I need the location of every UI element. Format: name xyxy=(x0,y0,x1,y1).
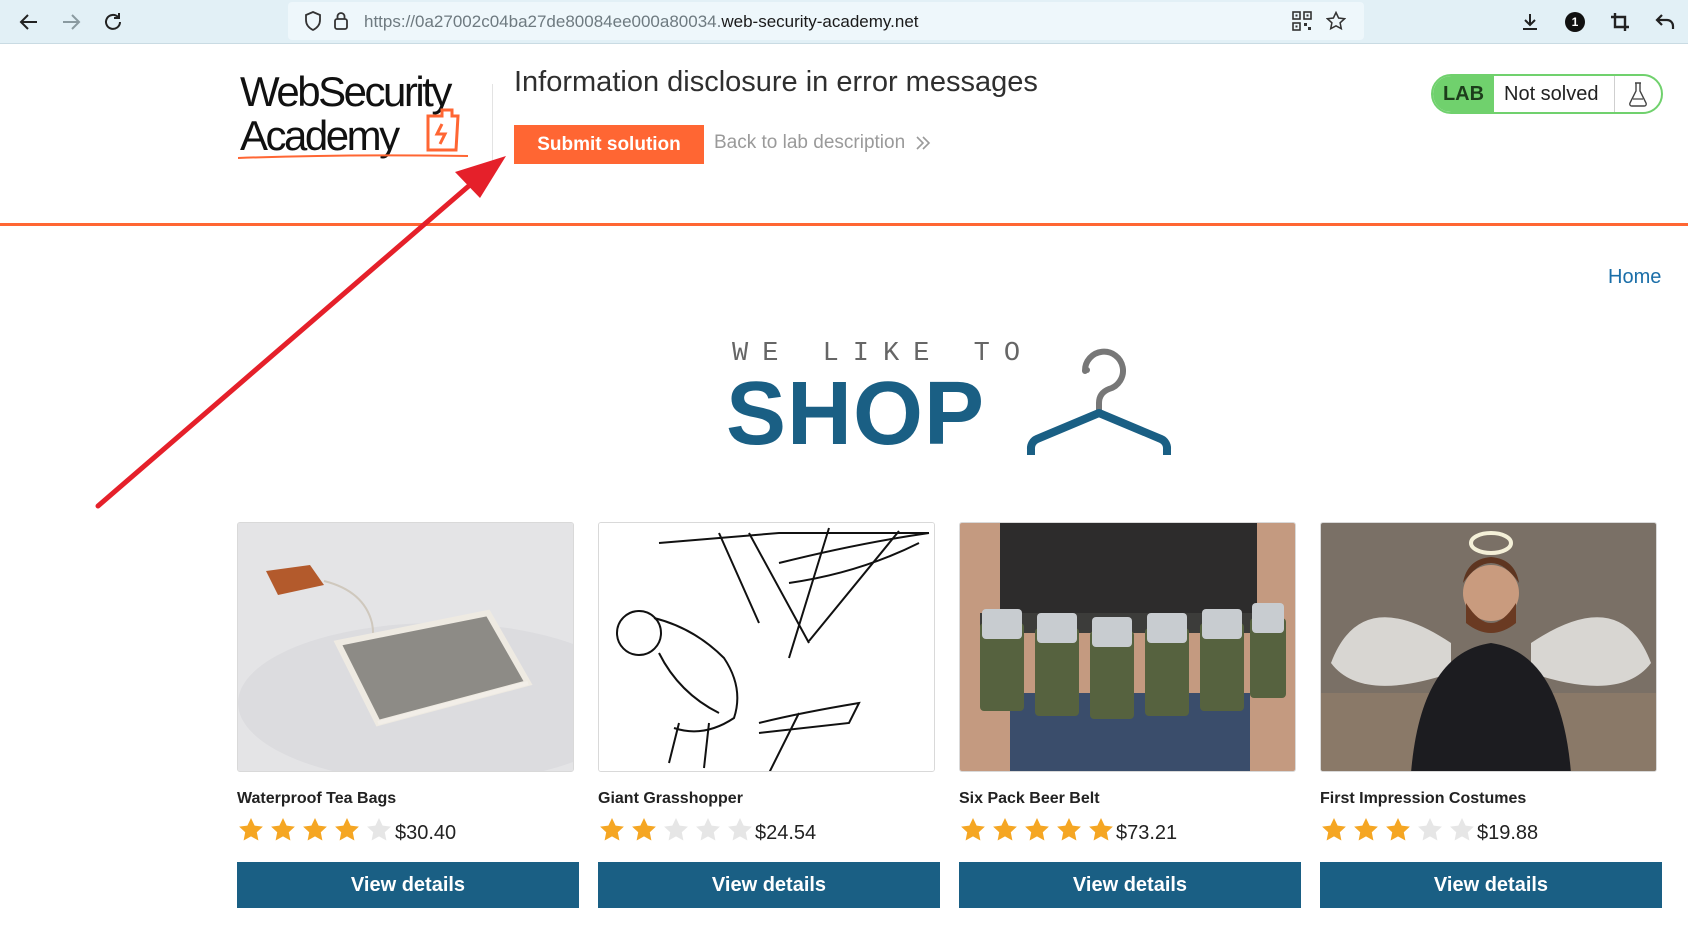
tea-bag-image xyxy=(237,522,574,772)
web-security-academy-logo[interactable]: WebSecurity Academy xyxy=(237,68,488,166)
angel-costume-image xyxy=(1320,522,1657,772)
star-empty-icon xyxy=(728,818,752,841)
product-price: $30.40 xyxy=(395,822,457,844)
star-filled-icon xyxy=(303,818,327,841)
flask-icon xyxy=(1614,76,1661,112)
back-link-label: Back to lab description xyxy=(714,132,906,153)
star-empty-icon xyxy=(696,818,720,841)
submit-solution-button[interactable]: Submit solution xyxy=(514,125,704,164)
star-filled-icon xyxy=(1089,818,1113,841)
logo-text-line1: WebSecurity xyxy=(240,70,452,115)
lab-status-text: Not solved xyxy=(1504,82,1599,105)
star-rating xyxy=(959,816,1115,844)
star-filled-icon xyxy=(335,818,359,841)
grasshopper-sketch-image xyxy=(598,522,935,772)
view-details-button[interactable]: View details xyxy=(1320,862,1662,908)
url-prefix: https://0a27002c04ba27de80084ee000a80034… xyxy=(364,12,722,31)
star-filled-icon xyxy=(1025,818,1049,841)
beer-belt-image xyxy=(959,522,1296,772)
qr-code-icon[interactable] xyxy=(1291,10,1313,32)
logo-divider xyxy=(492,84,493,168)
view-details-button[interactable]: View details xyxy=(959,862,1301,908)
address-bar[interactable]: https://0a27002c04ba27de80084ee000a80034… xyxy=(288,2,1364,40)
product-name: Waterproof Tea Bags xyxy=(237,790,397,807)
back-arrow-icon[interactable] xyxy=(15,8,43,36)
url-text: https://0a27002c04ba27de80084ee000a80034… xyxy=(364,12,919,32)
lab-title: Information disclosure in error messages xyxy=(514,66,1038,98)
back-to-lab-description-link[interactable]: Back to lab description xyxy=(714,132,931,154)
url-domain: web-security-academy.net xyxy=(721,12,919,31)
product-price: $24.54 xyxy=(755,822,817,844)
star-rating xyxy=(1320,816,1476,844)
lab-status-widget: LAB Not solved xyxy=(1431,74,1663,114)
reload-icon[interactable] xyxy=(99,8,127,36)
home-link[interactable]: Home xyxy=(1608,266,1661,289)
logo-text-line2: Academy xyxy=(240,112,400,159)
star-filled-icon xyxy=(961,818,985,841)
star-empty-icon xyxy=(367,818,391,841)
header-divider xyxy=(0,223,1688,226)
lock-icon[interactable] xyxy=(330,10,352,32)
lab-badge: LAB xyxy=(1433,76,1494,112)
star-filled-icon xyxy=(993,818,1017,841)
extension-badge-count: 1 xyxy=(1571,15,1579,29)
view-details-button[interactable]: View details xyxy=(237,862,579,908)
star-rating xyxy=(598,816,754,844)
star-filled-icon xyxy=(1386,818,1410,841)
double-chevron-right-icon xyxy=(916,136,931,150)
download-icon[interactable] xyxy=(1516,8,1544,36)
product-price: $73.21 xyxy=(1116,822,1178,844)
star-filled-icon xyxy=(1322,818,1346,841)
forward-arrow-icon[interactable] xyxy=(57,8,85,36)
clothes-hanger-icon xyxy=(1027,348,1171,455)
undo-icon[interactable] xyxy=(1651,8,1679,36)
shop-banner: WE LIKE TO SHOP xyxy=(726,335,1171,465)
star-filled-icon xyxy=(1057,818,1081,841)
star-rating xyxy=(237,816,393,844)
product-name: Six Pack Beer Belt xyxy=(959,790,1100,807)
shield-icon[interactable] xyxy=(302,10,324,32)
star-filled-icon xyxy=(632,818,656,841)
star-icon[interactable] xyxy=(1325,10,1347,32)
extension-badge-icon[interactable]: 1 xyxy=(1561,8,1589,36)
star-empty-icon xyxy=(664,818,688,841)
star-filled-icon xyxy=(271,818,295,841)
star-filled-icon xyxy=(239,818,263,841)
banner-headline: SHOP xyxy=(726,364,986,464)
star-filled-icon xyxy=(600,818,624,841)
star-filled-icon xyxy=(1354,818,1378,841)
product-name: First Impression Costumes xyxy=(1320,790,1527,807)
product-name: Giant Grasshopper xyxy=(598,790,743,807)
product-price: $19.88 xyxy=(1477,822,1539,844)
star-empty-icon xyxy=(1418,818,1442,841)
browser-toolbar: https://0a27002c04ba27de80084ee000a80034… xyxy=(0,0,1688,44)
star-empty-icon xyxy=(1450,818,1474,841)
crop-icon[interactable] xyxy=(1606,8,1634,36)
view-details-button[interactable]: View details xyxy=(598,862,940,908)
